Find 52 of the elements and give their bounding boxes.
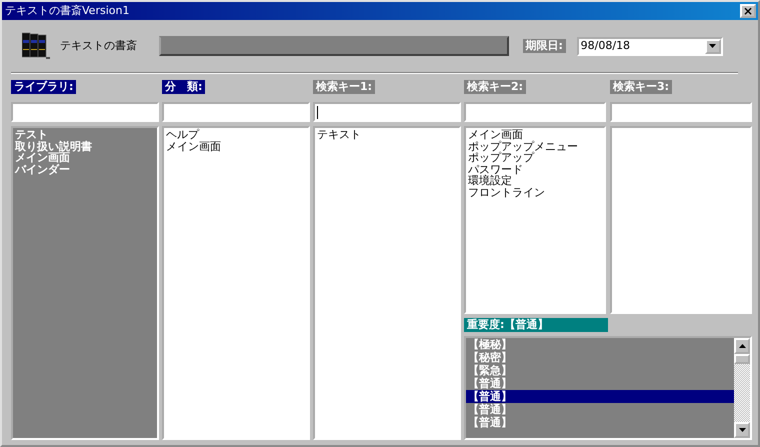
list-box[interactable]: テキスト <box>313 126 461 440</box>
column-label: ライブラリ: <box>11 80 76 94</box>
list-item[interactable]: 【秘密】 <box>466 350 734 364</box>
list-item[interactable]: 【普通】 <box>466 416 734 429</box>
scrollbar[interactable] <box>734 338 750 438</box>
dropdown-button[interactable] <box>704 38 721 54</box>
deadline-label: 期限日: <box>522 39 566 53</box>
list-item[interactable]: 取り扱い説明書 <box>15 140 155 152</box>
list-item[interactable]: テスト <box>15 129 155 141</box>
list-item[interactable]: ヘルプ <box>166 129 306 141</box>
scroll-up-button[interactable] <box>734 338 750 354</box>
list-item[interactable]: 【普通】 <box>466 390 734 403</box>
list-item[interactable]: メイン画面 <box>15 152 155 164</box>
column-label: 検索キー3: <box>610 80 672 94</box>
list-item[interactable]: ポップアップメニュー <box>468 140 602 152</box>
filter-field[interactable] <box>313 102 461 122</box>
list-item[interactable]: ポップアップ <box>468 152 602 164</box>
list-box[interactable]: テスト 取り扱い説明書 メイン画面 バインダー <box>11 126 159 440</box>
date-dropdown[interactable]: 98/08/18 <box>576 36 723 56</box>
books-icon <box>22 31 52 61</box>
down-arrow-icon <box>709 44 716 48</box>
window-title: テキストの書斎Version1 <box>5 5 130 17</box>
scroll-thumb[interactable] <box>734 354 750 364</box>
close-button[interactable]: × <box>740 4 756 18</box>
list-box[interactable]: メイン画面 ポップアップメニュー ポップアップ パスワード 環境設定 フロントライン <box>464 126 606 314</box>
importance-list[interactable]: 【極秘】 【秘密】 【緊急】 【普通】 【普通】 【普通】 【普通】 <box>464 336 752 440</box>
list-item[interactable]: 【極秘】 <box>466 338 734 351</box>
app-name: テキストの書斎 <box>60 40 137 52</box>
list-item[interactable]: 【普通】 <box>466 402 734 416</box>
filter-field[interactable] <box>464 102 606 122</box>
filter-field[interactable] <box>11 102 159 122</box>
filter-field[interactable] <box>610 102 752 122</box>
importance-label: 重要度:【普通】 <box>464 318 608 332</box>
list-item[interactable]: テキスト <box>317 129 457 141</box>
list-item[interactable]: フロントライン <box>468 186 602 198</box>
down-arrow-icon <box>738 428 746 432</box>
list-item[interactable]: 環境設定 <box>468 175 602 187</box>
filter-field[interactable] <box>162 102 310 122</box>
list-item[interactable]: メイン画面 <box>166 140 306 152</box>
up-arrow-icon <box>738 344 746 348</box>
column-label: 検索キー1: <box>313 80 376 94</box>
list-item[interactable]: 【緊急】 <box>466 364 734 377</box>
list-item[interactable]: バインダー <box>15 164 155 176</box>
date-value: 98/08/18 <box>580 40 630 52</box>
list-item[interactable]: メイン画面 <box>468 129 602 141</box>
list-item[interactable]: 【普通】 <box>466 376 734 390</box>
list-item[interactable]: パスワード <box>468 164 602 176</box>
list-box[interactable]: ヘルプ メイン画面 <box>162 126 310 440</box>
column-label: 検索キー2: <box>464 80 526 94</box>
list-box[interactable] <box>610 126 752 314</box>
scroll-down-button[interactable] <box>734 422 750 438</box>
column-label: 分 類: <box>162 80 206 94</box>
